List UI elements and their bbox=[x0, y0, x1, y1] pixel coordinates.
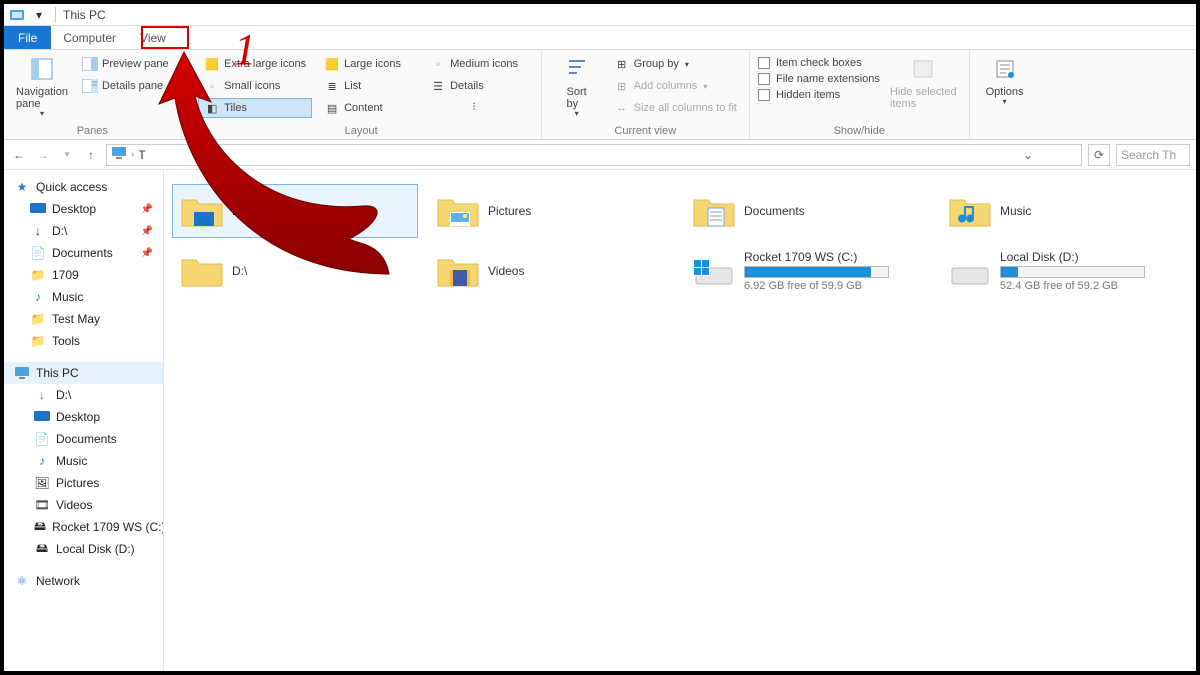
preview-pane-button[interactable]: Preview pane bbox=[78, 54, 173, 74]
content-area: Desktop Pictures Documents Music D:\ Vid… bbox=[164, 170, 1196, 671]
sidebar-pc-videos[interactable]: 🎞Videos bbox=[4, 494, 163, 516]
tab-computer[interactable]: Computer bbox=[51, 26, 128, 49]
tab-file[interactable]: File bbox=[4, 26, 51, 49]
recent-locations-button[interactable]: ▾ bbox=[58, 146, 76, 164]
tile-pictures[interactable]: Pictures bbox=[428, 184, 674, 238]
layout-tiles[interactable]: ◧Tiles bbox=[198, 98, 312, 118]
drive-d-usage-bar bbox=[1000, 266, 1145, 278]
refresh-button[interactable]: ⟳ bbox=[1088, 144, 1110, 166]
this-pc-icon bbox=[111, 146, 127, 163]
breadcrumb[interactable]: T bbox=[138, 148, 145, 162]
sidebar-item-documents[interactable]: 📄Documents📌 bbox=[4, 242, 163, 264]
title-bar: ▾ This PC bbox=[4, 4, 1196, 26]
layout-medium-icons[interactable]: ▫️Medium icons bbox=[424, 54, 524, 74]
sort-by-button[interactable]: Sort by ▾ bbox=[550, 54, 604, 121]
sidebar-item-tools[interactable]: 📁Tools bbox=[4, 330, 163, 352]
address-dropdown-icon[interactable]: ⌄ bbox=[1023, 145, 1033, 165]
sidebar-pc-d[interactable]: ↓D:\ bbox=[4, 384, 163, 406]
group-label-panes: Panes bbox=[77, 123, 108, 137]
address-row: ← → ▾ ↑ › T ⌄ ⟳ Search Th bbox=[4, 140, 1196, 170]
layout-details[interactable]: ☰Details bbox=[424, 76, 524, 96]
window-title: This PC bbox=[63, 8, 106, 22]
ribbon: Navigation pane ▾ Preview pane Details p… bbox=[4, 50, 1196, 140]
add-columns-button: ⊞Add columns▾ bbox=[610, 76, 741, 96]
ribbon-tabs: File Computer View bbox=[4, 26, 1196, 50]
address-bar[interactable]: › T ⌄ bbox=[106, 144, 1082, 166]
sidebar-item-this-pc[interactable]: This PC bbox=[4, 362, 163, 384]
sidebar-item-d-drive[interactable]: ↓D:\📌 bbox=[4, 220, 163, 242]
group-by-button[interactable]: ⊞Group by▾ bbox=[610, 54, 741, 74]
folder-videos-icon bbox=[436, 251, 480, 291]
layout-more[interactable]: ⁝ bbox=[424, 98, 524, 115]
qat-dropdown-icon[interactable]: ▾ bbox=[30, 6, 48, 24]
folder-pictures-icon bbox=[436, 191, 480, 231]
tile-d-drive-folder[interactable]: D:\ bbox=[172, 244, 418, 298]
up-button[interactable]: ↑ bbox=[82, 146, 100, 164]
forward-button[interactable]: → bbox=[34, 146, 52, 164]
back-button[interactable]: ← bbox=[10, 146, 28, 164]
navigation-pane-button[interactable]: Navigation pane ▾ bbox=[12, 54, 72, 121]
tab-view[interactable]: View bbox=[128, 26, 178, 49]
layout-content[interactable]: ▤Content bbox=[318, 98, 418, 118]
layout-large-icons[interactable]: 🟨Large icons bbox=[318, 54, 418, 74]
folder-icon bbox=[180, 251, 224, 291]
hide-selected-items-button: Hide selected items bbox=[886, 54, 961, 112]
layout-extra-large-icons[interactable]: 🟨Extra large icons bbox=[198, 54, 312, 74]
sidebar-item-music[interactable]: ♪Music bbox=[4, 286, 163, 308]
sidebar-item-network[interactable]: ⚛Network bbox=[4, 570, 163, 592]
tile-music[interactable]: Music bbox=[940, 184, 1186, 238]
item-check-boxes-checkbox[interactable]: Item check boxes bbox=[758, 56, 880, 70]
tile-drive-c[interactable]: Rocket 1709 WS (C:) 6.92 GB free of 59.9… bbox=[684, 244, 930, 298]
ribbon-group-layout: 🟨Extra large icons ▫️Small icons ◧Tiles … bbox=[182, 50, 542, 139]
group-label-current-view: Current view bbox=[614, 123, 676, 137]
size-columns-button: ↔Size all columns to fit bbox=[610, 98, 741, 118]
options-button[interactable]: Options ▾ bbox=[978, 54, 1032, 109]
drive-d-icon bbox=[948, 251, 992, 291]
ribbon-group-options: Options ▾ bbox=[970, 50, 1040, 139]
sidebar-item-quick-access[interactable]: ★Quick access bbox=[4, 176, 163, 198]
sidebar-pc-drive-d[interactable]: 🖴Local Disk (D:) bbox=[4, 538, 163, 560]
ribbon-group-current-view: Sort by ▾ ⊞Group by▾ ⊞Add columns▾ ↔Size… bbox=[542, 50, 750, 139]
sidebar-item-desktop[interactable]: Desktop📌 bbox=[4, 198, 163, 220]
folder-music-icon bbox=[948, 191, 992, 231]
tile-drive-d[interactable]: Local Disk (D:) 52.4 GB free of 59.2 GB bbox=[940, 244, 1186, 298]
tile-videos[interactable]: Videos bbox=[428, 244, 674, 298]
sidebar-pc-desktop[interactable]: Desktop bbox=[4, 406, 163, 428]
drive-c-icon bbox=[692, 251, 736, 291]
nav-pane-icon bbox=[29, 56, 55, 82]
group-label-show-hide: Show/hide bbox=[834, 123, 885, 137]
tile-desktop[interactable]: Desktop bbox=[172, 184, 418, 238]
sidebar-pc-pictures[interactable]: 🖼Pictures bbox=[4, 472, 163, 494]
app-icon bbox=[8, 6, 26, 24]
sidebar-item-1709[interactable]: 📁1709 bbox=[4, 264, 163, 286]
sidebar-pc-drive-c[interactable]: 🖴Rocket 1709 WS (C:) bbox=[4, 516, 163, 538]
file-name-extensions-checkbox[interactable]: File name extensions bbox=[758, 72, 880, 86]
layout-small-icons[interactable]: ▫️Small icons bbox=[198, 76, 312, 96]
hidden-items-checkbox[interactable]: Hidden items bbox=[758, 88, 880, 102]
sidebar-item-test-may[interactable]: 📁Test May bbox=[4, 308, 163, 330]
tile-documents[interactable]: Documents bbox=[684, 184, 930, 238]
layout-list[interactable]: ≣List bbox=[318, 76, 418, 96]
folder-desktop-icon bbox=[180, 191, 224, 231]
ribbon-group-show-hide: Item check boxes File name extensions Hi… bbox=[750, 50, 970, 139]
drive-c-usage-bar bbox=[744, 266, 889, 278]
sidebar-pc-documents[interactable]: 📄Documents bbox=[4, 428, 163, 450]
details-pane-button[interactable]: Details pane bbox=[78, 76, 173, 96]
folder-documents-icon bbox=[692, 191, 736, 231]
navigation-tree: ★Quick access Desktop📌 ↓D:\📌 📄Documents📌… bbox=[4, 170, 164, 671]
group-label-layout: Layout bbox=[345, 123, 378, 137]
ribbon-group-panes: Navigation pane ▾ Preview pane Details p… bbox=[4, 50, 182, 139]
sidebar-pc-music[interactable]: ♪Music bbox=[4, 450, 163, 472]
search-input[interactable]: Search Th bbox=[1116, 144, 1190, 166]
